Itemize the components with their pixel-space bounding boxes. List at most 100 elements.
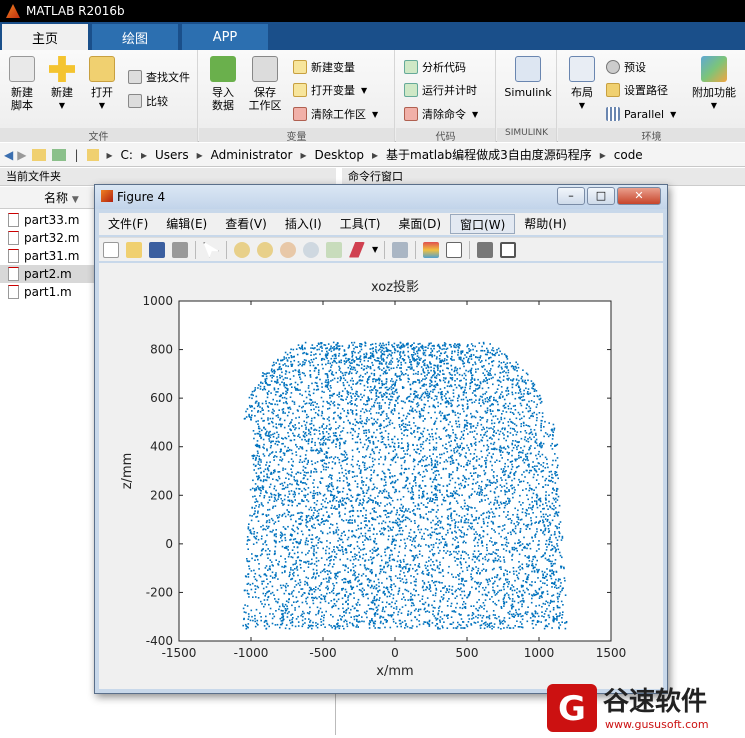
data-point (313, 429, 315, 431)
figure-titlebar[interactable]: Figure 4 – □ ✕ (95, 185, 667, 209)
data-point (389, 388, 391, 390)
data-point (356, 391, 358, 393)
data-point (511, 455, 513, 457)
menu-insert[interactable]: 插入(I) (276, 214, 331, 234)
scatter-chart[interactable]: -1500-1000-500050010001500-400-200020040… (99, 263, 663, 689)
data-point (350, 404, 352, 406)
data-point (514, 590, 516, 592)
data-point (363, 573, 365, 575)
save-workspace-button[interactable]: 保存 工作区 (245, 56, 285, 112)
new-button[interactable]: 新建 ▼ (42, 56, 82, 112)
data-point (381, 387, 383, 389)
menu-file[interactable]: 文件(F) (99, 214, 157, 234)
data-point (267, 583, 269, 585)
open-button[interactable]: 打开 ▼ (82, 56, 122, 112)
analyze-code-button[interactable]: 分析代码 (404, 58, 466, 76)
data-point (369, 571, 371, 573)
menu-edit[interactable]: 编辑(E) (157, 214, 216, 234)
clear-workspace-button[interactable]: 清除工作区▼ (293, 105, 378, 123)
data-point (538, 548, 540, 550)
data-point (532, 623, 534, 625)
menu-desktop[interactable]: 桌面(D) (389, 214, 450, 234)
maximize-button[interactable]: □ (587, 187, 615, 205)
new-script-button[interactable]: 新建 脚本 (2, 56, 42, 112)
browse-folder-icon[interactable] (52, 149, 66, 161)
tab-apps[interactable]: APP (182, 24, 268, 50)
data-point (304, 461, 306, 463)
data-point (345, 503, 347, 505)
print-icon[interactable] (172, 242, 188, 258)
run-time-button[interactable]: 运行并计时 (404, 81, 477, 99)
data-point (284, 446, 286, 448)
data-point (307, 584, 309, 586)
save-icon[interactable] (149, 242, 165, 258)
data-point (376, 352, 378, 354)
data-point (504, 524, 506, 526)
data-point (313, 512, 315, 514)
clear-commands-button[interactable]: 清除命令▼ (404, 105, 478, 123)
legend-icon[interactable] (446, 242, 462, 258)
data-point (313, 574, 315, 576)
menu-tools[interactable]: 工具(T) (331, 214, 390, 234)
show-tools-icon[interactable] (500, 242, 516, 258)
addons-button[interactable]: 附加功能 ▼ (688, 56, 740, 112)
preferences-button[interactable]: 预设 (606, 58, 646, 76)
data-point (369, 466, 371, 468)
data-point (462, 551, 464, 553)
up-folder-icon[interactable] (32, 149, 46, 161)
open-file-icon[interactable] (126, 242, 142, 258)
data-point (554, 453, 556, 455)
parallel-button[interactable]: Parallel▼ (606, 105, 676, 123)
brush-icon[interactable] (349, 242, 365, 258)
forward-arrow-icon[interactable]: ▶ (17, 148, 26, 162)
data-point (486, 547, 488, 549)
data-point (469, 431, 471, 433)
zoom-in-icon[interactable] (234, 242, 250, 258)
data-point (320, 444, 322, 446)
tab-home[interactable]: 主页 (2, 24, 88, 50)
data-point (437, 373, 439, 375)
find-files-button[interactable]: 查找文件 (128, 68, 190, 86)
import-data-button[interactable]: 导入 数据 (203, 56, 243, 112)
data-point (536, 479, 538, 481)
pan-hand-icon[interactable] (280, 242, 296, 258)
data-cursor-icon[interactable] (326, 242, 342, 258)
data-point (464, 354, 466, 356)
new-figure-icon[interactable] (103, 242, 119, 258)
new-variable-button[interactable]: 新建变量 (293, 58, 355, 76)
menu-help[interactable]: 帮助(H) (515, 214, 575, 234)
compare-button[interactable]: 比较 (128, 92, 168, 110)
path-segment[interactable]: Administrator (211, 148, 293, 162)
data-point (316, 429, 318, 431)
figure-canvas[interactable]: -1500-1000-500050010001500-400-200020040… (99, 263, 663, 689)
minimize-button[interactable]: – (557, 187, 585, 205)
data-point (396, 392, 398, 394)
tab-plots[interactable]: 绘图 (92, 24, 178, 50)
hide-tools-icon[interactable] (477, 242, 493, 258)
data-point (308, 443, 310, 445)
data-point (275, 443, 277, 445)
path-segment[interactable]: Desktop (314, 148, 364, 162)
menu-window[interactable]: 窗口(W) (450, 214, 515, 234)
path-segment[interactable]: code (614, 148, 643, 162)
close-button[interactable]: ✕ (617, 187, 661, 205)
zoom-out-icon[interactable] (257, 242, 273, 258)
path-segment[interactable]: Users (155, 148, 189, 162)
data-point (401, 534, 403, 536)
rotate-3d-icon[interactable] (303, 242, 319, 258)
open-variable-button[interactable]: 打开变量▼ (293, 81, 367, 99)
link-plot-icon[interactable] (392, 242, 408, 258)
data-point (304, 482, 306, 484)
path-segment[interactable]: 基于matlab编程做成3自由度源码程序 (386, 146, 592, 163)
colorbar-icon[interactable] (423, 242, 439, 258)
back-arrow-icon[interactable]: ◀ (4, 148, 13, 162)
layout-button[interactable]: 布局 ▼ (562, 56, 602, 112)
pointer-icon[interactable] (203, 242, 219, 258)
data-point (506, 395, 508, 397)
simulink-button[interactable]: Simulink (501, 56, 555, 99)
figure-window[interactable]: Figure 4 – □ ✕ 文件(F) 编辑(E) 查看(V) 插入(I) 工… (94, 184, 668, 694)
data-point (414, 610, 416, 612)
menu-view[interactable]: 查看(V) (216, 214, 276, 234)
path-segment[interactable]: C: (121, 148, 133, 162)
set-path-button[interactable]: 设置路径 (606, 81, 668, 99)
